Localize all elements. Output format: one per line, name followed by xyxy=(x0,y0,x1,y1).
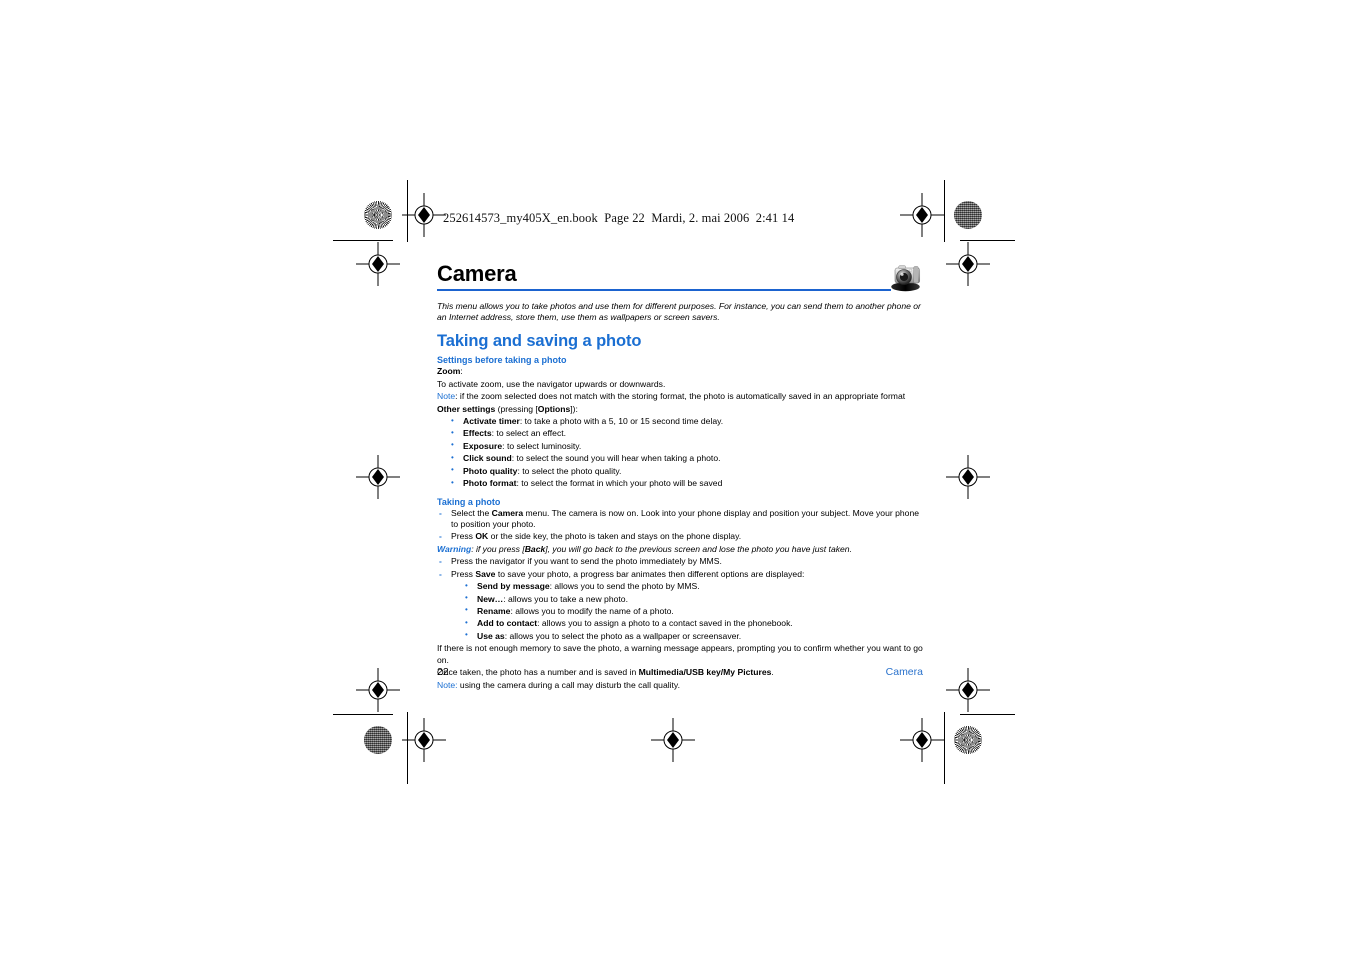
option-term: Exposure xyxy=(463,440,503,451)
warning-key-back: Back xyxy=(524,543,546,554)
other-settings-line: Other settings (pressing [Options]): xyxy=(437,404,923,415)
option-term: Click sound xyxy=(463,453,512,464)
option-term: Rename xyxy=(477,605,511,616)
list-item: Exposure: to select luminosity. xyxy=(437,440,923,452)
list-item: Effects: to select an effect. xyxy=(437,428,923,439)
taking-steps-list-first: Select the Camera menu. The camera is no… xyxy=(437,508,923,544)
step-pre: Press xyxy=(451,568,476,579)
subheading-settings: Settings before taking a photo xyxy=(437,355,567,366)
step-bold: OK xyxy=(475,531,489,542)
footer-chapter-name: Camera xyxy=(885,666,923,678)
options-key-label: Options xyxy=(537,403,571,414)
option-term: Photo format xyxy=(463,478,517,489)
book-file-header: 252614573_my405X_en.book Page 22 Mardi, … xyxy=(443,211,795,225)
option-desc: : to select the sound you will hear when… xyxy=(511,453,721,464)
option-desc: : to take a photo with a 5, 10 or 15 sec… xyxy=(519,416,724,427)
zoom-note: Note: if the zoom selected does not matc… xyxy=(437,391,923,402)
option-term: Activate timer xyxy=(463,416,520,427)
page-title: Camera xyxy=(437,261,517,286)
other-settings-term: Other settings xyxy=(437,403,496,414)
title-rule xyxy=(437,289,891,292)
chapter-title-row: Camera xyxy=(437,261,923,292)
subheading-taking-a-photo: Taking a photo xyxy=(437,496,501,507)
camera-icon xyxy=(891,265,921,292)
page-footer: 22 Camera xyxy=(437,666,923,678)
step-pre: Press xyxy=(451,531,476,542)
option-term: New… xyxy=(477,593,504,604)
step-bold: Save xyxy=(475,568,496,579)
page-content: Camera This menu allows you to take phot… xyxy=(437,262,923,691)
warning-tag: Warning xyxy=(437,543,472,554)
other-settings-post: ]): xyxy=(570,403,578,414)
footer-page-number: 22 xyxy=(437,666,449,678)
option-term: Send by message xyxy=(477,581,550,592)
note-tag: Note xyxy=(437,391,456,402)
taking-steps-list-second: Press the navigator if you want to send … xyxy=(437,556,923,580)
list-item: Photo format: to select the format in wh… xyxy=(437,478,923,489)
option-desc: : allows you to assign a photo to a cont… xyxy=(537,618,793,629)
list-item: Send by message: allows you to send the … xyxy=(437,581,923,592)
option-term: Effects xyxy=(463,428,492,439)
list-item: Rename: allows you to modify the name of… xyxy=(437,605,923,617)
note-body: : if the zoom selected does not match wi… xyxy=(455,391,906,402)
warning-paragraph: Warning: if you press [Back], you will g… xyxy=(437,544,923,555)
list-item: Press OK or the side key, the photo is t… xyxy=(437,531,923,543)
zoom-description: To activate zoom, use the navigator upwa… xyxy=(437,378,666,389)
option-term: Use as xyxy=(477,630,505,641)
step-post: or the side key, the photo is taken and … xyxy=(488,531,742,542)
list-item: Press the navigator if you want to send … xyxy=(437,556,923,568)
memory-warning-paragraph: If there is not enough memory to save th… xyxy=(437,643,923,665)
step-pre: Select the xyxy=(451,507,492,518)
step-text: Press the navigator if you want to send … xyxy=(451,556,722,567)
section-heading: Taking and saving a photo xyxy=(437,332,642,351)
list-item: Select the Camera menu. The camera is no… xyxy=(437,508,923,531)
save-options-list: Send by message: allows you to send the … xyxy=(437,581,923,642)
camera-options-list: Activate timer: to take a photo with a 5… xyxy=(437,416,923,490)
step-post: to save your photo, a progress bar anima… xyxy=(495,568,805,579)
list-item: Add to contact: allows you to assign a p… xyxy=(437,618,923,629)
list-item: Use as: allows you to select the photo a… xyxy=(437,630,923,642)
list-item: Photo quality: to select the photo quali… xyxy=(437,465,923,477)
option-desc: : allows you to modify the name of a pho… xyxy=(510,605,674,616)
call-quality-note: Note: using the camera during a call may… xyxy=(437,680,923,691)
list-item: Press Save to save your photo, a progres… xyxy=(437,568,923,581)
option-term: Photo quality xyxy=(463,465,518,476)
option-term: Add to contact xyxy=(477,618,538,629)
note-tag: Note: xyxy=(437,679,458,690)
intro-paragraph: This menu allows you to take photos and … xyxy=(437,301,921,323)
option-desc: : allows you to take a new photo. xyxy=(503,593,628,604)
warning-pre: : if you press [ xyxy=(471,543,525,554)
zoom-label-line: Zoom: xyxy=(437,366,923,377)
zoom-colon: : xyxy=(460,366,463,377)
option-desc: : to select luminosity. xyxy=(502,440,582,451)
list-item: New…: allows you to take a new photo. xyxy=(437,593,923,605)
warning-post: ], you will go back to the previous scre… xyxy=(545,543,852,554)
option-desc: : to select the format in which your pho… xyxy=(516,478,723,489)
list-item: Click sound: to select the sound you wil… xyxy=(437,453,923,464)
other-settings-pre: (pressing [ xyxy=(495,403,538,414)
list-item: Activate timer: to take a photo with a 5… xyxy=(437,416,923,427)
option-desc: : to select an effect. xyxy=(491,428,567,439)
manual-page: 252614573_my405X_en.book Page 22 Mardi, … xyxy=(0,0,1351,954)
zoom-term: Zoom xyxy=(437,366,461,377)
option-desc: : to select the photo quality. xyxy=(517,465,622,476)
option-desc: : allows you to select the photo as a wa… xyxy=(504,630,742,641)
note-body: using the camera during a call may distu… xyxy=(457,679,680,690)
step-bold: Camera xyxy=(491,507,524,518)
option-desc: : allows you to send the photo by MMS. xyxy=(549,581,700,592)
